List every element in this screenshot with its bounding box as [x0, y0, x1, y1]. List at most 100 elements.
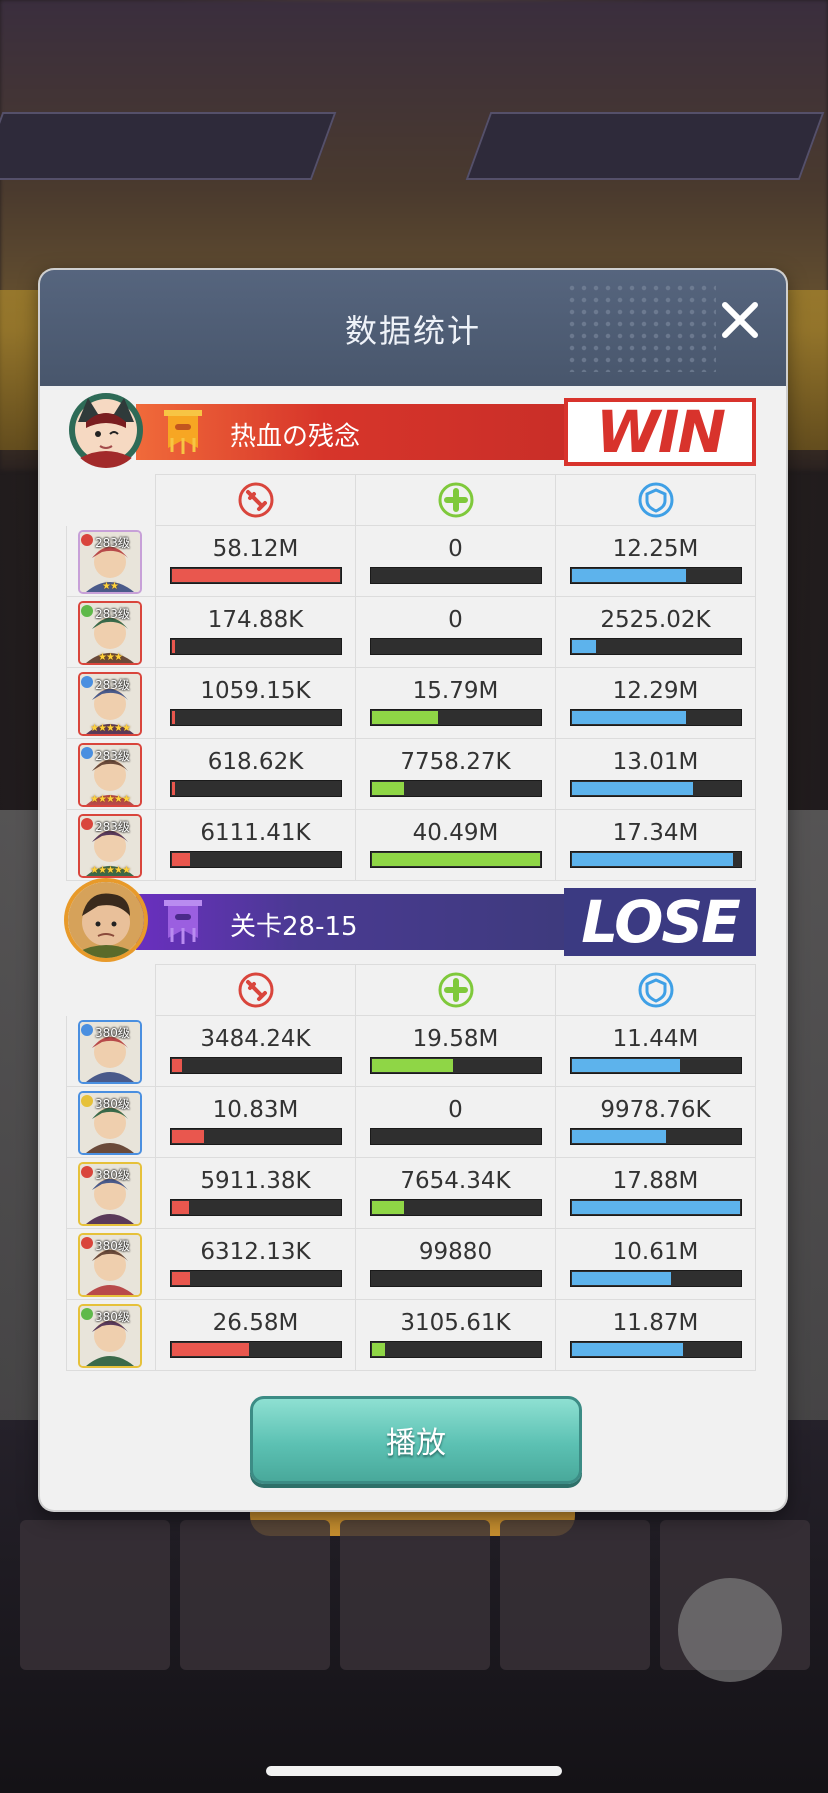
element-icon — [81, 1024, 93, 1036]
heal-bar — [370, 1128, 542, 1145]
shield-bar — [570, 1057, 742, 1074]
shield-bar — [570, 638, 742, 655]
damage-bar-fill — [172, 711, 175, 724]
team-bar-player: 热血の残念 WIN — [40, 393, 786, 468]
damage-bar-fill — [172, 853, 190, 866]
hero-portrait[interactable]: 380级 — [78, 1233, 142, 1297]
hero-level: 283级 — [95, 820, 130, 834]
heal-bar-fill — [372, 1343, 385, 1356]
damage-bar-fill — [172, 569, 340, 582]
team-name: 热血の残念 — [230, 422, 361, 452]
hero-stat-row: 380级 6312.13K 99880 10.61M — [66, 1229, 756, 1300]
hero-level: 283级 — [95, 607, 130, 621]
stats-panel: 数据统计 热血の残念 WIN 283级 ★★ 58.12M 0 12.25M 2… — [40, 270, 786, 1510]
heal-stat-cell: 19.58M — [356, 1016, 556, 1087]
damage-value: 618.62K — [207, 749, 304, 775]
heal-bar — [370, 638, 542, 655]
banner-flag-icon — [164, 900, 202, 944]
shield-bar-fill — [572, 1201, 740, 1214]
home-indicator[interactable] — [266, 1766, 562, 1776]
hero-level: 380级 — [95, 1310, 130, 1324]
damage-value: 3484.24K — [200, 1026, 311, 1052]
panel-title: 数据统计 — [344, 312, 481, 350]
hero-portrait[interactable]: 283级 ★★★★★ — [78, 672, 142, 736]
sword-icon — [238, 972, 273, 1008]
hero-portrait[interactable]: 380级 — [78, 1304, 142, 1368]
background-team-left — [0, 112, 337, 180]
element-icon — [81, 1308, 93, 1320]
stats-header-row — [66, 964, 756, 1016]
damage-bar-fill — [172, 1343, 249, 1356]
heal-value: 0 — [448, 536, 463, 562]
damage-column-header — [156, 474, 356, 526]
play-button[interactable]: 播放 — [250, 1396, 582, 1484]
shield-bar — [570, 780, 742, 797]
heal-bar-fill — [372, 1201, 404, 1214]
heal-stat-cell: 0 — [356, 597, 556, 668]
element-icon — [81, 1237, 93, 1249]
shield-stat-cell: 17.34M — [556, 810, 756, 881]
hero-level: 380级 — [95, 1239, 130, 1253]
damage-stat-cell: 174.88K — [156, 597, 356, 668]
hero-stars: ★★ — [102, 581, 119, 592]
heal-value: 0 — [448, 607, 463, 633]
damage-bar-fill — [172, 782, 175, 795]
heal-stat-cell: 15.79M — [356, 668, 556, 739]
shield-value: 9978.76K — [600, 1097, 711, 1123]
heal-value: 7758.27K — [400, 749, 511, 775]
hero-portrait[interactable]: 283级 ★★ — [78, 530, 142, 594]
close-button[interactable] — [712, 292, 768, 348]
hero-portrait[interactable]: 380级 — [78, 1020, 142, 1084]
shield-value: 17.88M — [612, 1168, 699, 1194]
heal-column-header — [356, 474, 556, 526]
heal-column-header — [356, 964, 556, 1016]
background-vs-number — [372, 108, 442, 180]
hero-level: 283级 — [95, 678, 130, 692]
team-avatar[interactable] — [68, 392, 144, 468]
team-bar-enemy: 关卡28-15 LOSE — [40, 882, 786, 958]
element-icon — [81, 605, 93, 617]
hero-stars: ★★★★★ — [90, 723, 131, 734]
heal-bar — [370, 851, 542, 868]
shield-value: 2525.02K — [600, 607, 711, 633]
damage-value: 58.12M — [212, 536, 299, 562]
heal-bar-fill — [372, 782, 404, 795]
heal-bar — [370, 567, 542, 584]
hero-portrait[interactable]: 380级 — [78, 1091, 142, 1155]
shield-bar-fill — [572, 640, 596, 653]
heal-stat-cell: 7654.34K — [356, 1158, 556, 1229]
shield-value: 11.44M — [612, 1026, 699, 1052]
heal-stat-cell: 3105.61K — [356, 1300, 556, 1371]
hero-stat-row: 380级 10.83M 0 9978.76K — [66, 1087, 756, 1158]
damage-value: 1059.15K — [200, 678, 311, 704]
team-ribbon — [136, 894, 606, 950]
shield-column-header — [556, 964, 756, 1016]
avatar-portrait — [69, 393, 143, 468]
heal-bar — [370, 1199, 542, 1216]
damage-stat-cell: 6111.41K — [156, 810, 356, 881]
hero-portrait[interactable]: 283级 ★★★ — [78, 601, 142, 665]
hero-stat-row: 283级 ★★ 58.12M 0 12.25M — [66, 526, 756, 597]
element-icon — [81, 1166, 93, 1178]
shield-value: 12.25M — [612, 536, 699, 562]
damage-bar — [170, 851, 342, 868]
damage-value: 6312.13K — [200, 1239, 311, 1265]
hero-portrait[interactable]: 283级 ★★★★★ — [78, 743, 142, 807]
damage-stat-cell: 3484.24K — [156, 1016, 356, 1087]
hero-level: 283级 — [95, 749, 130, 763]
hero-stat-row: 380级 5911.38K 7654.34K 17.88M — [66, 1158, 756, 1229]
element-icon — [81, 747, 93, 759]
shield-stat-cell: 11.87M — [556, 1300, 756, 1371]
close-icon — [722, 302, 758, 338]
damage-bar — [170, 780, 342, 797]
team-avatar[interactable] — [68, 882, 144, 958]
hero-portrait[interactable]: 283级 ★★★★★ — [78, 814, 142, 878]
shield-stat-cell: 12.25M — [556, 526, 756, 597]
shield-bar — [570, 567, 742, 584]
result-badge-lose: LOSE — [564, 888, 756, 956]
damage-value: 6111.41K — [200, 820, 311, 846]
shield-bar-fill — [572, 1059, 680, 1072]
hero-portrait[interactable]: 380级 — [78, 1162, 142, 1226]
hero-stat-row: 283级 ★★★★★ 6111.41K 40.49M 17.34M — [66, 810, 756, 881]
shield-value: 10.61M — [612, 1239, 699, 1265]
